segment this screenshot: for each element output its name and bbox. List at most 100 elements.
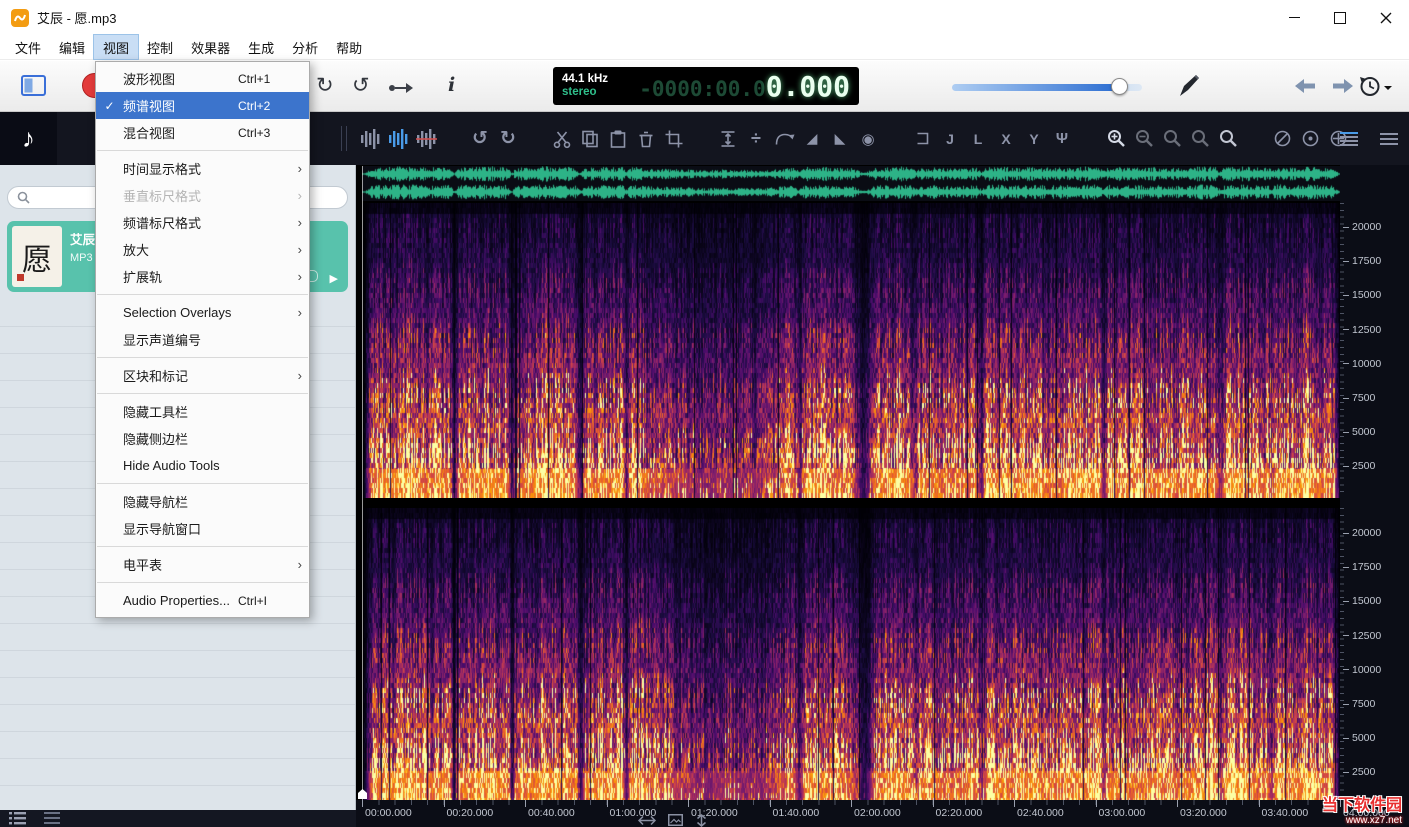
reverse-icon[interactable] [770,125,798,153]
time-tick [607,800,608,807]
minimize-button[interactable] [1271,0,1317,35]
volume-slider[interactable] [952,79,1142,95]
menu-item[interactable]: 隐藏导航栏 [96,488,309,515]
time-tick [1096,800,1097,807]
menubar-item-控制[interactable]: 控制 [138,35,182,59]
menubar-item-分析[interactable]: 分析 [283,35,327,59]
menu-item[interactable]: 混合视图Ctrl+3 [96,119,309,146]
menu-item[interactable]: 放大› [96,236,309,263]
menu-lines-icon[interactable] [1375,125,1403,153]
layout-selector-icon[interactable] [20,72,47,99]
compact-list-view-button[interactable] [44,812,60,824]
menu-item[interactable]: 电平表› [96,551,309,578]
menu-item[interactable]: ✓频谱视图Ctrl+2 [96,92,309,119]
fit-width-button[interactable] [638,815,656,826]
spectrogram-left-channel[interactable] [362,203,1340,498]
zoom-sel-icon[interactable] [1214,125,1242,153]
menu-item[interactable]: 频谱标尺格式› [96,209,309,236]
menubar-item-帮助[interactable]: 帮助 [327,35,371,59]
loop-bracket-icon[interactable] [908,125,936,153]
menubar-item-视图[interactable]: 视图 [94,35,138,59]
volume-thumb[interactable] [1111,78,1128,95]
undo-icon[interactable]: ↺ [466,125,494,153]
view-waveform-icon[interactable] [356,125,384,153]
nav-forward-button[interactable] [1330,77,1356,95]
zoom-out-icon[interactable] [1130,125,1158,153]
curve-x-icon[interactable]: X [992,125,1020,153]
redo-icon[interactable]: ↻ [494,125,522,153]
freq-label: 10000 [1343,665,1381,675]
time-tick [1014,800,1015,807]
menu-item[interactable]: 显示导航窗口 [96,515,309,542]
select-dot-icon[interactable] [1296,125,1324,153]
fit-height-button[interactable] [696,814,707,827]
view-spectral-icon[interactable] [384,125,412,153]
menubar-item-编辑[interactable]: 编辑 [50,35,94,59]
spectrogram-right-channel[interactable] [362,508,1340,800]
search-icon [17,191,30,204]
seal-mark [17,274,24,281]
menu-item[interactable]: 区块和标记› [96,362,309,389]
menubar-item-效果器[interactable]: 效果器 [182,35,239,59]
play-icon[interactable]: ▶ [330,272,338,285]
copy-icon[interactable] [576,125,604,153]
annotate-button[interactable] [1176,72,1202,98]
file-list-view-button[interactable] [9,812,26,825]
curve-y-icon[interactable]: Y [1020,125,1048,153]
menu-item[interactable]: Selection Overlays› [96,299,309,326]
goto-button[interactable] [388,79,413,97]
menu-item-label: Audio Properties... [123,593,238,608]
crop-icon[interactable] [660,125,688,153]
menubar-item-文件[interactable]: 文件 [6,35,50,59]
curve-l-icon[interactable]: L [964,125,992,153]
freq-label: 12500 [1343,325,1381,335]
window-controls [1271,0,1409,35]
history-button[interactable] [1358,74,1392,97]
overview-waveform[interactable] [362,166,1340,201]
curve-psi-icon[interactable]: Ψ [1048,125,1076,153]
blob-icon[interactable]: ◉ [854,125,882,153]
adjust-icon[interactable] [714,125,742,153]
divide-icon[interactable]: ÷ [742,125,770,153]
layers-list-icon[interactable] [1335,125,1363,153]
menu-item[interactable]: 扩展轨› [96,263,309,290]
menu-item[interactable]: 垂直标尺格式› [96,182,309,209]
zoom-time-icon[interactable] [1158,125,1186,153]
paste-icon[interactable] [604,125,632,153]
menu-item[interactable]: Hide Audio Tools [96,452,309,479]
zoom-in-icon[interactable] [1102,125,1130,153]
loop-playback-button[interactable]: ↻ [316,73,334,98]
menu-item[interactable]: 隐藏侧边栏 [96,425,309,452]
menu-item[interactable]: 时间显示格式› [96,155,309,182]
freq-tickstrip [1340,508,1344,800]
menu-item[interactable]: 隐藏工具栏 [96,398,309,425]
submenu-arrow-icon: › [290,215,302,230]
delete-icon[interactable] [632,125,660,153]
zoom-vert-icon[interactable] [1186,125,1214,153]
time-tick [362,800,363,807]
select-cycle-icon[interactable] [1268,125,1296,153]
audio-note-icon: ♪ [0,112,57,165]
playhead-line[interactable] [362,166,363,800]
thumbnail-view-button[interactable] [668,814,683,826]
menu-item[interactable]: 波形视图Ctrl+1 [96,65,309,92]
fade-in-icon[interactable]: ◢ [798,125,826,153]
info-button[interactable]: i [448,74,455,96]
cut-icon[interactable] [548,125,576,153]
menu-item[interactable]: 显示声道编号 [96,326,309,353]
curve-j-icon[interactable]: J [936,125,964,153]
submenu-arrow-icon: › [290,242,302,257]
freq-label: 10000 [1343,359,1381,369]
menu-item[interactable]: Audio Properties...Ctrl+I [96,587,309,614]
maximize-button[interactable] [1317,0,1363,35]
view-mixed-icon[interactable] [412,125,440,153]
close-button[interactable] [1363,0,1409,35]
menubar-item-生成[interactable]: 生成 [239,35,283,59]
freq-label: 15000 [1343,596,1381,606]
menu-item-label: 扩展轨 [123,267,238,286]
fade-out-icon[interactable]: ◣ [826,125,854,153]
menu-separator [97,357,308,358]
loop-selection-button[interactable]: ↺ [352,73,370,98]
nav-back-button[interactable] [1292,77,1318,95]
toolbar-drag-handle[interactable] [341,126,347,151]
